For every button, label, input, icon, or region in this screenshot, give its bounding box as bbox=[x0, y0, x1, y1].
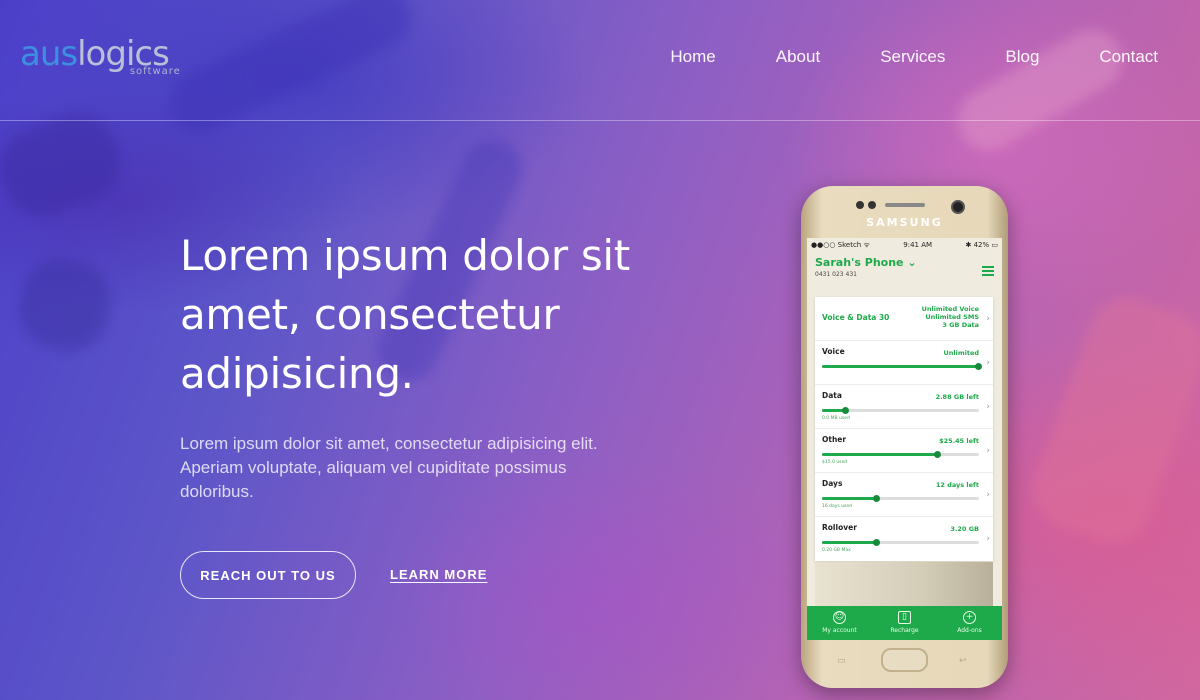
hero-title: Lorem ipsum dolor sit amet, consectetur … bbox=[180, 231, 630, 398]
usage-row[interactable]: Data 2.88 GB left 0.0 MB used › bbox=[815, 385, 993, 429]
usage-value: Unlimited bbox=[943, 349, 979, 357]
plan-details: Unlimited Voice Unlimited SMS 3 GB Data bbox=[922, 305, 979, 329]
phone-mockup: SAMSUNG ●●○○ Sketch ᯤ 9:41 AM ✱ 42% ▭ Sa… bbox=[801, 186, 1008, 688]
plan-detail: Unlimited SMS bbox=[925, 313, 979, 321]
chevron-right-icon: › bbox=[986, 534, 990, 544]
usage-note: 0.20 GB Max bbox=[822, 548, 851, 553]
plan-detail: Unlimited Voice bbox=[921, 305, 979, 313]
logo-subtitle: software bbox=[129, 66, 181, 77]
account-name[interactable]: Sarah's Phone ⌄ bbox=[815, 256, 994, 269]
tab-add-ons[interactable]: + Add-ons bbox=[937, 606, 1002, 640]
sensor-icon bbox=[856, 201, 864, 209]
usage-value: 2.88 GB left bbox=[935, 393, 979, 401]
nav-home[interactable]: Home bbox=[670, 47, 715, 67]
status-bar: ●●○○ Sketch ᯤ 9:41 AM ✱ 42% ▭ bbox=[807, 238, 1002, 252]
usage-row[interactable]: Days 12 days left 16 days used › bbox=[815, 473, 993, 517]
usage-bar-fill bbox=[822, 363, 982, 370]
back-icon: ↩ bbox=[959, 656, 967, 666]
tab-label: My account bbox=[822, 627, 857, 634]
usage-row[interactable]: Rollover 3.20 GB 0.20 GB Max › bbox=[815, 517, 993, 561]
chevron-right-icon: › bbox=[986, 490, 990, 500]
usage-bar-fill bbox=[822, 451, 942, 458]
home-button bbox=[881, 648, 928, 672]
usage-bar-fill bbox=[822, 495, 880, 502]
hero-description: Lorem ipsum dolor sit amet, consectetur … bbox=[180, 434, 598, 501]
app-tab-bar: ☺ My account ▯ Recharge + Add-ons bbox=[807, 606, 1002, 640]
usage-bar-fill bbox=[822, 407, 849, 414]
usage-value: 12 days left bbox=[935, 481, 979, 489]
account-number: 0431 023 431 bbox=[815, 271, 857, 278]
plan-row[interactable]: Voice & Data 30 Unlimited Voice Unlimite… bbox=[815, 297, 993, 341]
reach-out-button[interactable]: REACH OUT TO US bbox=[180, 551, 356, 599]
usage-row[interactable]: Voice Unlimited › bbox=[815, 341, 993, 385]
nav-about[interactable]: About bbox=[776, 47, 820, 67]
usage-value: $25.45 left bbox=[939, 437, 979, 445]
status-time: 9:41 AM bbox=[903, 241, 933, 249]
nav-blog[interactable]: Blog bbox=[1005, 47, 1039, 67]
phone-brand: SAMSUNG bbox=[866, 216, 943, 229]
usage-bar-fill bbox=[822, 539, 880, 546]
usage-bar bbox=[822, 363, 982, 370]
tab-my-account[interactable]: ☺ My account bbox=[807, 606, 872, 640]
usage-card: Voice & Data 30 Unlimited Voice Unlimite… bbox=[815, 297, 993, 561]
usage-note: 16 days used bbox=[822, 504, 853, 509]
sensor-icon bbox=[868, 201, 876, 209]
bg-streak bbox=[9, 249, 121, 361]
tab-label: Recharge bbox=[890, 627, 919, 634]
app-header: Sarah's Phone ⌄ 0431 023 431 bbox=[807, 252, 1002, 296]
usage-bar bbox=[822, 495, 979, 502]
tab-recharge[interactable]: ▯ Recharge bbox=[872, 606, 937, 640]
site-logo[interactable]: auslogics software bbox=[20, 34, 180, 77]
chevron-right-icon: › bbox=[986, 358, 990, 368]
chevron-right-icon: › bbox=[986, 402, 990, 412]
usage-bar bbox=[822, 451, 979, 458]
header-divider bbox=[0, 120, 1200, 121]
nav-contact[interactable]: Contact bbox=[1099, 47, 1158, 67]
bg-streak bbox=[1022, 286, 1200, 554]
learn-more-link[interactable]: LEARN MORE bbox=[390, 567, 487, 582]
chevron-right-icon: › bbox=[986, 314, 990, 324]
hamburger-menu-icon[interactable] bbox=[982, 266, 994, 278]
bg-streak bbox=[0, 102, 132, 228]
status-battery: ✱ 42% ▭ bbox=[965, 241, 998, 249]
chevron-right-icon: › bbox=[986, 446, 990, 456]
usage-note: 0.0 MB used bbox=[822, 416, 850, 421]
nav-services[interactable]: Services bbox=[880, 47, 945, 67]
logo-prefix: aus bbox=[20, 34, 78, 74]
user-icon: ☺ bbox=[833, 611, 846, 624]
usage-row[interactable]: Other $25.45 left $15.0 used › bbox=[815, 429, 993, 473]
main-nav: Home About Services Blog Contact bbox=[610, 47, 1158, 67]
background-photo bbox=[815, 562, 993, 612]
usage-bar bbox=[822, 407, 979, 414]
phone-icon: ▯ bbox=[898, 611, 911, 624]
front-camera-icon bbox=[951, 200, 965, 214]
usage-bar bbox=[822, 539, 979, 546]
plan-detail: 3 GB Data bbox=[942, 321, 979, 329]
bg-streak bbox=[947, 19, 1133, 161]
app-screen: ●●○○ Sketch ᯤ 9:41 AM ✱ 42% ▭ Sarah's Ph… bbox=[807, 238, 1002, 640]
status-carrier: ●●○○ Sketch ᯤ bbox=[811, 240, 870, 249]
plus-icon: + bbox=[963, 611, 976, 624]
usage-note: $15.0 used bbox=[822, 460, 848, 465]
speaker-grille bbox=[885, 203, 925, 207]
tab-label: Add-ons bbox=[957, 627, 982, 634]
usage-value: 3.20 GB bbox=[950, 525, 979, 533]
recent-apps-icon: ▭ bbox=[837, 656, 846, 666]
